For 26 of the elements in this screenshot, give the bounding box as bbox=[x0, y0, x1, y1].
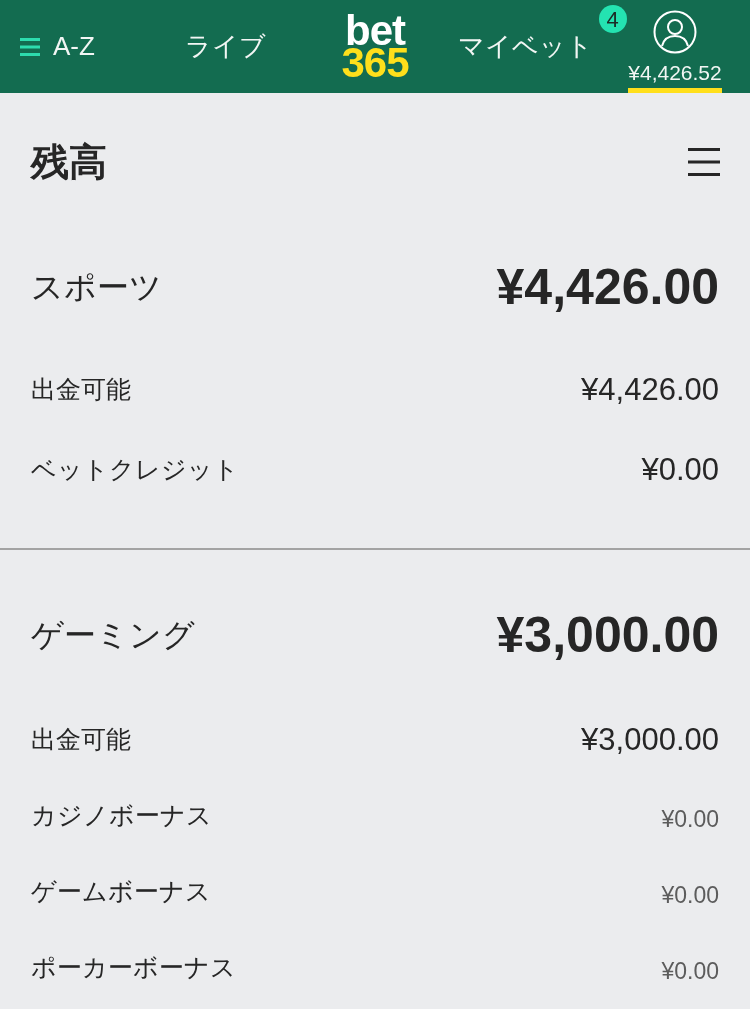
menu-button[interactable] bbox=[688, 148, 720, 176]
count-badge: 4 bbox=[598, 5, 627, 33]
logo[interactable]: bet 365 bbox=[341, 14, 409, 79]
section-title: スポーツ bbox=[31, 268, 162, 307]
menu-icon bbox=[688, 148, 720, 176]
balance-amount: ¥0.00 bbox=[661, 805, 719, 834]
page-title: 残高 bbox=[31, 139, 107, 185]
account-button[interactable]: ¥4,426.52 bbox=[628, 0, 722, 93]
balance-amount: ¥3,000.00 bbox=[581, 720, 719, 759]
section-title: ゲーミング bbox=[31, 616, 195, 655]
nav-tab[interactable]: ライブ bbox=[184, 0, 266, 93]
menu-icon bbox=[20, 37, 40, 56]
section-total: ¥4,426.00 bbox=[496, 257, 719, 317]
balance-label: 出金可能 bbox=[31, 374, 131, 406]
balance-label: ゲームボーナス bbox=[31, 876, 211, 908]
a-z-menu-button[interactable]: A-Z bbox=[20, 27, 95, 66]
user-icon bbox=[653, 10, 697, 54]
balance-label: 出金可能 bbox=[31, 724, 131, 756]
balance-amount: ¥0.00 bbox=[661, 881, 719, 910]
balance-label: ポーカーボーナス bbox=[31, 952, 236, 984]
balance-amount: ¥0.00 bbox=[661, 957, 719, 986]
balance-label: ベットクレジット bbox=[31, 454, 239, 486]
balance-label: カジノボーナス bbox=[31, 800, 212, 832]
balance-amount: ¥4,426.00 bbox=[581, 370, 719, 409]
section-total: ¥3,000.00 bbox=[496, 605, 719, 665]
balance-amount: ¥0.00 bbox=[641, 450, 719, 489]
